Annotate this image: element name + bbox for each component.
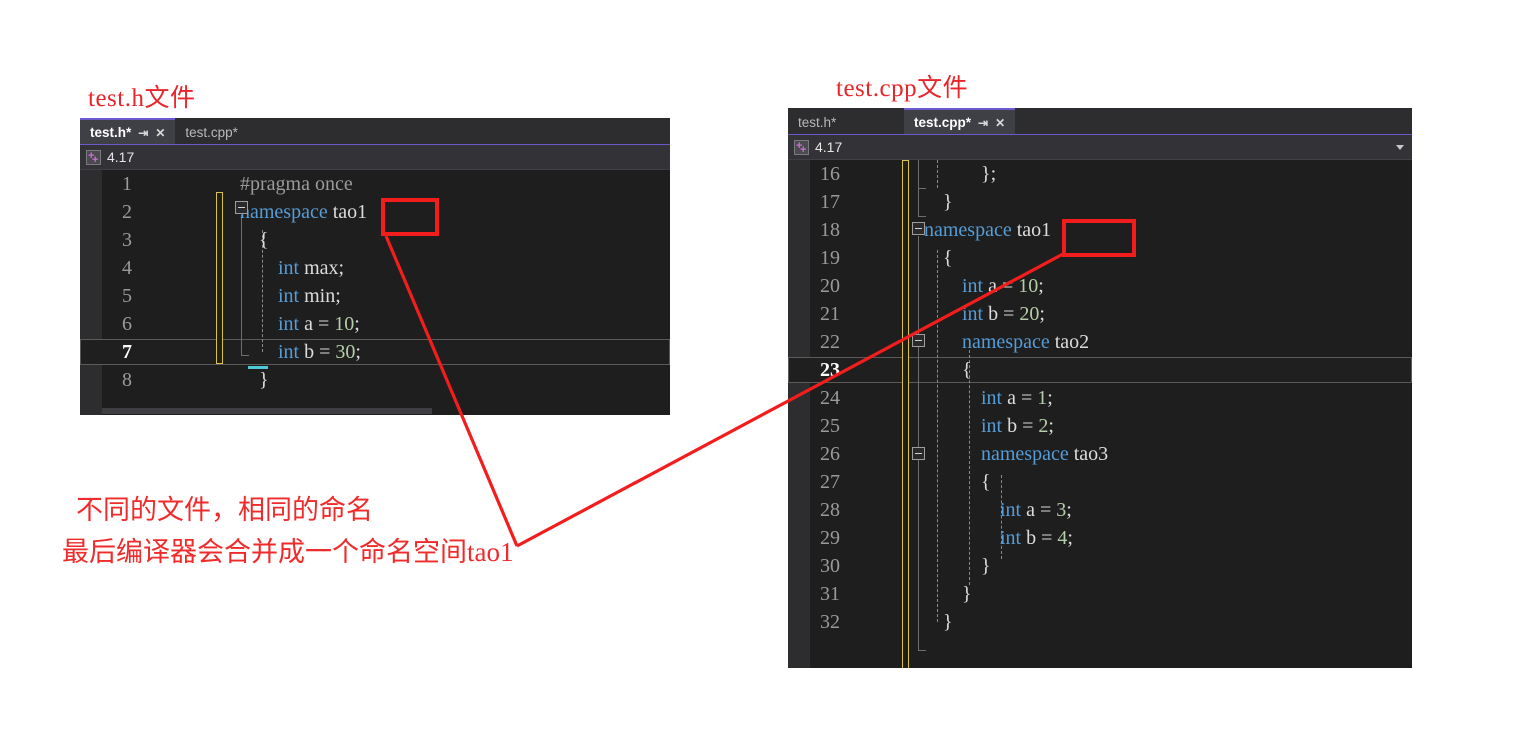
annotation-connector-lines xyxy=(384,235,1064,548)
